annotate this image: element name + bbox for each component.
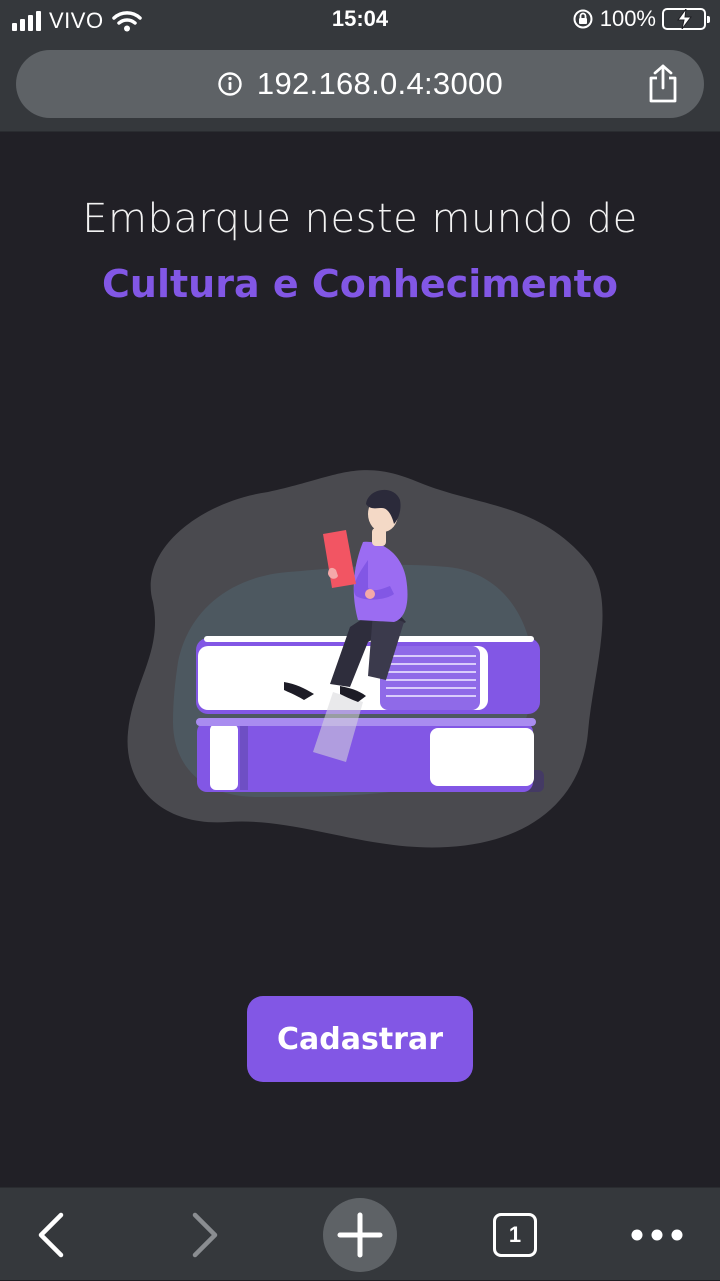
- status-right: 100%: [572, 6, 710, 32]
- forward-button[interactable]: [174, 1188, 236, 1281]
- share-icon[interactable]: [646, 64, 680, 104]
- battery-percent: 100%: [599, 6, 656, 31]
- tabs-icon: 1: [493, 1212, 537, 1257]
- new-tab-button[interactable]: [322, 1188, 398, 1281]
- cadastrar-button[interactable]: Cadastrar: [247, 996, 473, 1082]
- battery-charging-icon: [662, 8, 710, 30]
- url-text[interactable]: 192.168.0.4:3000: [257, 66, 503, 102]
- more-icon: [631, 1229, 683, 1240]
- person-reading-on-books-illustration: [127, 470, 603, 848]
- back-button[interactable]: [20, 1188, 82, 1281]
- plus-icon: [337, 1212, 383, 1257]
- forward-icon: [192, 1212, 218, 1257]
- info-icon[interactable]: [217, 71, 243, 97]
- tabs-button[interactable]: 1: [484, 1188, 546, 1281]
- more-button[interactable]: [626, 1188, 688, 1281]
- browser-top-chrome: VIVO 15:04 100% 192.168.0.4:3000: [0, 0, 720, 132]
- status-bar: VIVO 15:04 100%: [0, 0, 720, 40]
- page-content: Embarque neste mundo de Cultura e Conhec…: [0, 132, 720, 1187]
- browser-bottom-toolbar: 1: [0, 1187, 720, 1280]
- address-bar[interactable]: 192.168.0.4:3000: [16, 50, 704, 118]
- page-headline: Embarque neste mundo de: [82, 196, 638, 242]
- orientation-lock-icon: [573, 9, 593, 29]
- back-icon: [38, 1212, 64, 1257]
- page-highlight: Cultura e Conhecimento: [102, 262, 618, 306]
